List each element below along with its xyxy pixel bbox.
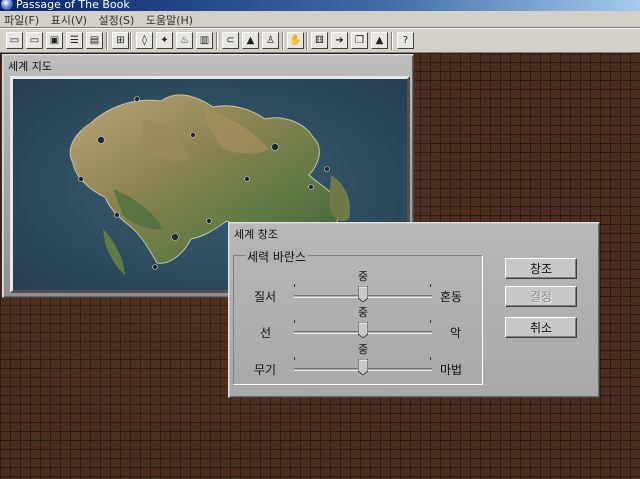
slider-center-label: 중 xyxy=(358,343,369,356)
toolbar-button[interactable]: ✋ xyxy=(287,32,304,49)
toolbar-separator xyxy=(106,32,108,50)
create-button[interactable]: 창조 xyxy=(505,258,577,279)
toolbar-button[interactable]: ▭ xyxy=(6,32,23,49)
toolbar-button[interactable]: ❐ xyxy=(351,32,368,49)
toolbar-button[interactable]: ☰ xyxy=(66,32,83,49)
chest-icon: ▥ xyxy=(199,34,210,46)
slider-tick xyxy=(294,320,295,323)
slider-left-label: 무기 xyxy=(254,363,277,377)
person-icon: ♙ xyxy=(266,34,275,46)
document-icon: ▤ xyxy=(89,34,100,46)
copy-icon: ❐ xyxy=(355,34,364,46)
slider-right-label: 악 xyxy=(450,326,462,340)
cancel-button[interactable]: 취소 xyxy=(505,317,577,338)
toolbar-separator xyxy=(216,32,218,50)
toolbar-separator xyxy=(282,32,284,50)
dialog-title: 세계 창조 xyxy=(234,228,278,241)
image-icon: ▣ xyxy=(49,34,60,46)
menu-file[interactable]: 파일(F) xyxy=(0,11,43,28)
slider-center-label: 중 xyxy=(358,306,369,319)
hand-icon: ✋ xyxy=(289,34,302,46)
power-balance-label: 세력 바란스 xyxy=(245,248,309,265)
toolbar-button[interactable]: ▣ xyxy=(46,32,63,49)
mountain-icon: ▲ xyxy=(375,34,384,46)
toolbar-button[interactable]: ⊂ xyxy=(222,32,239,49)
window-title: Passage of The Book xyxy=(16,0,130,11)
toolbar-button[interactable]: ⚅ xyxy=(311,32,328,49)
window-icon: ▭ xyxy=(9,34,20,46)
toolbar-button[interactable]: ♨ xyxy=(176,32,193,49)
toolbar: ▭ ▭ ▣ ☰ ▤ ⊞ ◊ ✦ ♨ ▥ ⊂ ▲ ♙ ✋ ⚅ ➔ ❐ ▲? xyxy=(0,28,640,53)
slider-weapon-magic[interactable]: 중 무기 마법 xyxy=(234,343,484,383)
power-balance-group: 중 질서 혼동 중 선 악 중 무기 마법 xyxy=(233,255,483,385)
slider-left-label: 선 xyxy=(260,326,272,340)
slider-right-label: 마법 xyxy=(440,363,463,377)
toolbar-button[interactable]: ▤ xyxy=(86,32,103,49)
toolbar-button[interactable]: ? xyxy=(397,32,414,49)
list-icon: ☰ xyxy=(70,34,79,46)
slider-center-label: 중 xyxy=(358,270,369,283)
menu-bar: 파일(F) 표시(V) 설정(S) 도움말(H) xyxy=(0,11,640,28)
menu-settings[interactable]: 설정(S) xyxy=(95,11,139,28)
grid-icon: ⊞ xyxy=(116,34,125,46)
map-window-title: 세계 지도 xyxy=(8,60,52,73)
title-bar: Passage of The Book xyxy=(0,0,640,11)
world-creation-dialog: 세계 창조 중 질서 혼동 중 선 악 중 무기 마법 세력 바란스 창조 결정… xyxy=(228,222,600,398)
help-icon: ? xyxy=(402,34,409,46)
menu-help[interactable]: 도움말(H) xyxy=(142,11,197,28)
dice-icon: ⚅ xyxy=(315,34,324,46)
toolbar-button[interactable]: ▲ xyxy=(371,32,388,49)
toolbar-button[interactable]: ▲ xyxy=(242,32,259,49)
arrow-right-icon: ➔ xyxy=(335,34,344,46)
toolbar-separator xyxy=(306,32,308,50)
toolbar-separator xyxy=(130,32,132,50)
potion-icon: ♨ xyxy=(180,34,189,46)
slider-tick xyxy=(294,357,295,360)
toolbar-button[interactable]: ✦ xyxy=(156,32,173,49)
toolbar-button[interactable]: ◊ xyxy=(136,32,153,49)
slider-tick xyxy=(430,357,431,360)
slider-thumb[interactable] xyxy=(358,322,368,338)
decide-button[interactable]: 결정 xyxy=(505,286,577,307)
slider-tick xyxy=(294,284,295,287)
slider-thumb[interactable] xyxy=(358,286,368,302)
toolbar-button[interactable]: ⊞ xyxy=(112,32,129,49)
slider-thumb[interactable] xyxy=(358,359,368,375)
slider-left-label: 질서 xyxy=(254,290,277,304)
toolbar-button[interactable]: ▭ xyxy=(26,32,43,49)
window-alt-icon: ▭ xyxy=(29,34,40,46)
shield-icon: ◊ xyxy=(142,34,147,46)
menu-view[interactable]: 표시(V) xyxy=(47,11,91,28)
app-icon[interactable] xyxy=(1,0,13,10)
slider-tick xyxy=(430,284,431,287)
scroll-icon: ⊂ xyxy=(226,34,235,46)
toolbar-button[interactable]: ➔ xyxy=(331,32,348,49)
castle-icon: ▲ xyxy=(246,34,255,46)
slider-tick xyxy=(430,320,431,323)
toolbar-button[interactable]: ▥ xyxy=(196,32,213,49)
toolbar-button[interactable]: ♙ xyxy=(262,32,279,49)
toolbar-separator xyxy=(391,32,393,50)
star-icon: ✦ xyxy=(160,34,169,46)
slider-right-label: 혼동 xyxy=(440,290,463,304)
